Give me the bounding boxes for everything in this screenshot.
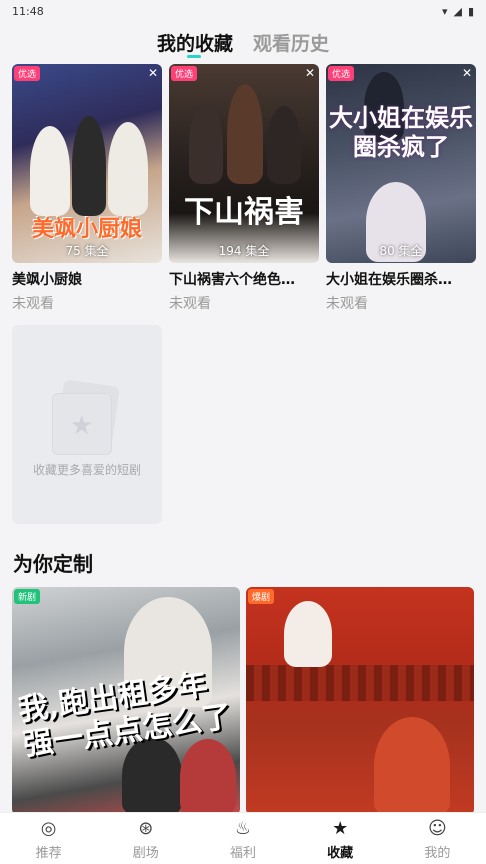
poster-image[interactable]: 优选 ✕ 美飒小厨娘 75 集全: [12, 64, 162, 263]
poster-figure: [189, 104, 223, 184]
palace-eave: [246, 665, 474, 701]
smile-icon: ☺: [427, 818, 447, 839]
nav-item-theater[interactable]: ⊛ 剧场: [97, 818, 194, 861]
poster-title: 美飒小厨娘: [31, 217, 142, 242]
poster-image[interactable]: 优选 ✕ 下山祸害 194 集全: [169, 64, 319, 263]
active-tab-indicator: [186, 55, 201, 58]
poster-figure: [122, 737, 182, 815]
gift-pot-icon: ♨: [234, 818, 252, 839]
tab-favorites-label: 我的收藏: [156, 33, 233, 55]
nav-label: 我的: [424, 846, 451, 861]
remove-icon[interactable]: ✕: [148, 66, 158, 80]
poster-figure: [30, 126, 70, 216]
badge-premium: 优选: [171, 66, 198, 81]
watch-status: 未观看: [326, 296, 368, 312]
new-tag: 新剧: [14, 589, 41, 604]
nav-item-profile[interactable]: ☺ 我的: [389, 818, 486, 861]
nav-item-recommend[interactable]: ◎ 推荐: [0, 818, 97, 861]
bottom-nav: ◎ 推荐 ⊛ 剧场 ♨ 福利 ★ 收藏 ☺ 我的: [0, 812, 486, 864]
poster-figure: [227, 84, 263, 184]
poster-image[interactable]: 优选 ✕ 大小姐在娱乐圈杀疯了 80 集全: [326, 64, 476, 263]
nav-label: 推荐: [35, 846, 62, 861]
episode-count: 75 集全: [65, 244, 109, 258]
poster-figure: [72, 116, 106, 216]
nav-label: 剧场: [132, 846, 159, 861]
status-bar: 11:48 ▾ ◢ ▮: [0, 0, 486, 22]
nav-label: 收藏: [327, 846, 354, 861]
top-tabs: 我的收藏 观看历史: [0, 26, 486, 60]
poster-title: 下山祸害: [184, 195, 304, 230]
watch-status: 未观看: [12, 296, 54, 312]
poster-figure: [374, 717, 450, 815]
nav-item-favorites[interactable]: ★ 收藏: [292, 818, 389, 861]
remove-icon[interactable]: ✕: [462, 66, 472, 80]
poster-figure: [180, 739, 236, 815]
badge-premium: 优选: [328, 66, 355, 81]
empty-hint: 收藏更多喜爱的短剧: [32, 463, 141, 477]
recommendation-card[interactable]: 爆剧: [246, 587, 474, 815]
film-reel-icon: ⊛: [138, 818, 154, 839]
favorite-card[interactable]: 优选 ✕ 美飒小厨娘 75 集全 美飒小厨娘 未观看: [12, 64, 162, 313]
tab-history-label: 观看历史: [253, 33, 330, 55]
episode-count: 194 集全: [218, 244, 270, 258]
hot-tag: 爆剧: [248, 589, 275, 604]
tab-history[interactable]: 观看历史: [253, 29, 329, 60]
recommendation-card[interactable]: 新剧 我,跑出租多年强一点点怎么了: [12, 587, 240, 815]
drama-title[interactable]: 美飒小厨娘: [12, 269, 162, 289]
clock: 11:48: [12, 4, 44, 18]
badge-premium: 优选: [14, 66, 41, 81]
poster-figure: [284, 601, 332, 667]
poster-figure: [108, 122, 148, 216]
empty-favorites-illustration: ★: [52, 379, 122, 455]
poster-figure: [267, 106, 301, 184]
favorite-card[interactable]: 优选 ✕ 下山祸害 194 集全 下山祸害六个绝色… 未观看: [169, 64, 319, 313]
signal-icon: ◢: [453, 4, 462, 18]
recommendation-row: 新剧 我,跑出租多年强一点点怎么了 爆剧: [12, 587, 474, 815]
section-title: 为你定制: [13, 552, 93, 576]
watch-status: 未观看: [169, 296, 211, 312]
favorites-grid: 优选 ✕ 美飒小厨娘 75 集全 美飒小厨娘 未观看 优选 ✕ 下山祸害 194…: [12, 64, 476, 524]
nav-label: 福利: [229, 846, 256, 861]
episode-count: 80 集全: [379, 244, 423, 258]
planet-icon: ◎: [40, 818, 57, 839]
status-icons: ▾ ◢ ▮: [442, 5, 474, 18]
wifi-icon: ▾: [441, 4, 448, 18]
remove-icon[interactable]: ✕: [305, 66, 315, 80]
tab-favorites[interactable]: 我的收藏: [157, 29, 233, 60]
battery-icon: ▮: [467, 4, 474, 18]
add-more-favorites-card[interactable]: ★ 收藏更多喜爱的短剧: [12, 325, 162, 524]
star-icon: ★: [70, 411, 94, 441]
drama-title[interactable]: 大小姐在娱乐圈杀…: [326, 269, 476, 289]
folder-star-icon: ★: [332, 818, 349, 839]
favorite-card[interactable]: 优选 ✕ 大小姐在娱乐圈杀疯了 80 集全 大小姐在娱乐圈杀… 未观看: [326, 64, 476, 313]
drama-title[interactable]: 下山祸害六个绝色…: [169, 269, 319, 289]
nav-item-welfare[interactable]: ♨ 福利: [194, 818, 291, 861]
poster-title: 大小姐在娱乐圈杀疯了: [329, 103, 473, 161]
